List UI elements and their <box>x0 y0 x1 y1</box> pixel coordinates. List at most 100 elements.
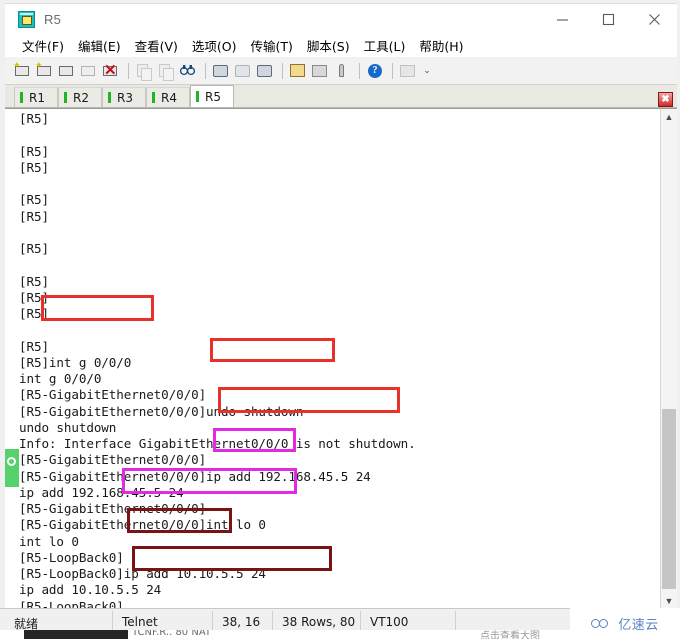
toolbar-overflow-icon[interactable]: ⌄ <box>422 66 432 75</box>
terminal-line: [R5-LoopBack0] <box>19 549 124 565</box>
menu-transfer[interactable]: 传输(T) <box>244 34 300 57</box>
new-session-icon[interactable]: ✦ <box>13 60 33 81</box>
terminal-line: [R5] <box>19 159 49 175</box>
tab-status-icon <box>64 92 67 103</box>
tab-status-icon <box>196 91 199 102</box>
toolbar-separator <box>128 62 129 79</box>
terminal-line: ip add 192.168.45.5 24 <box>19 484 184 500</box>
tab-label: R2 <box>73 90 89 105</box>
toolbar-separator <box>282 62 283 79</box>
terminal-scrollbar[interactable]: ▲ ▼ <box>660 109 677 608</box>
tab-label: R1 <box>29 90 45 105</box>
terminal-line: [R5-GigabitEthernet0/0/0]int lo 0 <box>19 517 266 533</box>
maximize-icon[interactable] <box>585 4 631 34</box>
menu-options[interactable]: 选项(O) <box>185 34 244 57</box>
close-icon[interactable] <box>631 4 677 34</box>
terminal-line: [R5] <box>19 241 49 256</box>
connect-icon[interactable] <box>57 61 77 81</box>
toolbar-separator <box>359 62 360 79</box>
menu-script[interactable]: 脚本(S) <box>300 34 357 57</box>
tab-label: R4 <box>161 90 177 105</box>
tab-r1[interactable]: R1 <box>14 87 58 107</box>
terminal-line: [R5-GigabitEthernet0/0/0] <box>19 501 207 516</box>
status-cursor-pos: 38, 16 <box>222 615 261 629</box>
scroll-down-icon[interactable]: ▼ <box>661 593 677 608</box>
tab-r5[interactable]: R5 <box>190 85 234 107</box>
tab-r3[interactable]: R3 <box>102 87 146 107</box>
terminal-output: [R5] [R5] [R5] [R5] [R5] [R5] [R5] [R5] [R5]… <box>19 111 655 608</box>
clone-session-icon[interactable]: ✦ <box>35 60 55 81</box>
find-icon[interactable] <box>178 61 198 81</box>
window-title: R5 <box>44 11 62 27</box>
terminal-line: [R5] <box>19 306 49 321</box>
menu-tools[interactable]: 工具(L) <box>357 34 413 57</box>
terminal-line: ip add 10.10.5.5 24 <box>19 582 162 598</box>
cloud-logo-icon <box>591 617 613 631</box>
log-session-icon[interactable] <box>233 61 253 81</box>
session-options-icon[interactable] <box>288 61 308 81</box>
toolbar-separator <box>205 62 206 79</box>
help-icon[interactable]: ? <box>365 61 385 81</box>
paste-icon[interactable] <box>156 61 176 81</box>
terminal-line: int g 0/0/0 <box>19 371 102 386</box>
terminal-line: [R5-LoopBack0] <box>19 598 124 609</box>
terminal-line: int lo 0 <box>19 533 79 549</box>
connect-sftp-icon[interactable] <box>79 61 99 81</box>
toggle-chat-icon[interactable] <box>310 61 330 81</box>
menu-edit[interactable]: 编辑(E) <box>71 34 128 57</box>
peek-dark-block <box>24 630 128 639</box>
scrollbar-thumb[interactable] <box>662 409 676 589</box>
peek-right-text: 点击查看大图 <box>480 631 540 639</box>
tile-windows-icon[interactable] <box>398 61 418 81</box>
screen-artifact-icon <box>5 449 19 487</box>
terminal-line: [R5-GigabitEthernet0/0/0]undo shutdown <box>19 403 304 419</box>
scroll-up-icon[interactable]: ▲ <box>661 109 677 125</box>
tab-r2[interactable]: R2 <box>58 87 102 107</box>
tab-bar: R1 R2 R3 R4 R5 ✖ <box>5 85 677 108</box>
watermark: 亿速云 <box>570 608 680 639</box>
terminal-line: [R5-GigabitEthernet0/0/0] <box>19 452 207 468</box>
terminal-line: [R5] <box>19 192 49 208</box>
terminal-line: [R5] <box>19 208 49 224</box>
disconnect-icon[interactable]: ✕ <box>101 61 121 81</box>
key-icon[interactable] <box>332 61 352 81</box>
print-icon[interactable] <box>255 61 275 81</box>
menu-file[interactable]: 文件(F) <box>15 34 71 57</box>
title-bar: R5 <box>5 3 677 34</box>
peek-left-text: TCNF.R.. 80 NAT <box>132 630 211 638</box>
toolbar-separator <box>392 62 393 79</box>
terminal-line: Info: Interface GigabitEthernet0/0/0 is … <box>19 436 416 451</box>
status-protocol: Telnet <box>122 615 158 629</box>
terminal-line: [R5] <box>19 143 49 159</box>
terminal-screen[interactable]: [R5] [R5] [R5] [R5] [R5] [R5] [R5] [R5] [R5]… <box>5 108 677 608</box>
terminal-line: [R5] <box>19 111 49 126</box>
menu-help[interactable]: 帮助(H) <box>412 34 470 57</box>
tab-r4[interactable]: R4 <box>146 87 190 107</box>
tab-label: R5 <box>205 89 221 104</box>
terminal-line: undo shutdown <box>19 419 117 435</box>
terminal-line: [R5]int g 0/0/0 <box>19 354 132 370</box>
terminal-app-icon <box>18 10 35 28</box>
terminal-line: [R5-GigabitEthernet0/0/0] <box>19 387 207 403</box>
tab-status-icon <box>152 92 155 103</box>
menu-bar: 文件(F) 编辑(E) 查看(V) 选项(O) 传输(T) 脚本(S) 工具(L… <box>5 33 677 57</box>
window-controls <box>539 4 677 34</box>
menu-view[interactable]: 查看(V) <box>128 34 185 57</box>
print-screen-icon[interactable] <box>211 61 231 81</box>
terminal-line: [R5] <box>19 338 49 354</box>
close-tab-button[interactable]: ✖ <box>658 92 673 107</box>
status-emulation: VT100 <box>370 615 409 629</box>
minimize-icon[interactable] <box>539 4 585 34</box>
copy-icon[interactable] <box>134 61 154 81</box>
terminal-line: [R5] <box>19 273 49 289</box>
terminal-line: [R5-LoopBack0]ip add 10.10.5.5 24 <box>19 566 266 581</box>
tab-status-icon <box>20 92 23 103</box>
status-screen-size: 38 Rows, 80 <box>282 615 356 629</box>
toolbar: ✦ ✦ ✕ ? ⌄ <box>5 57 677 85</box>
securecrt-window: R5 文件(F) 编辑(E) 查看(V) 选项(O) 传输(T) 脚本(S) 工… <box>0 0 680 639</box>
